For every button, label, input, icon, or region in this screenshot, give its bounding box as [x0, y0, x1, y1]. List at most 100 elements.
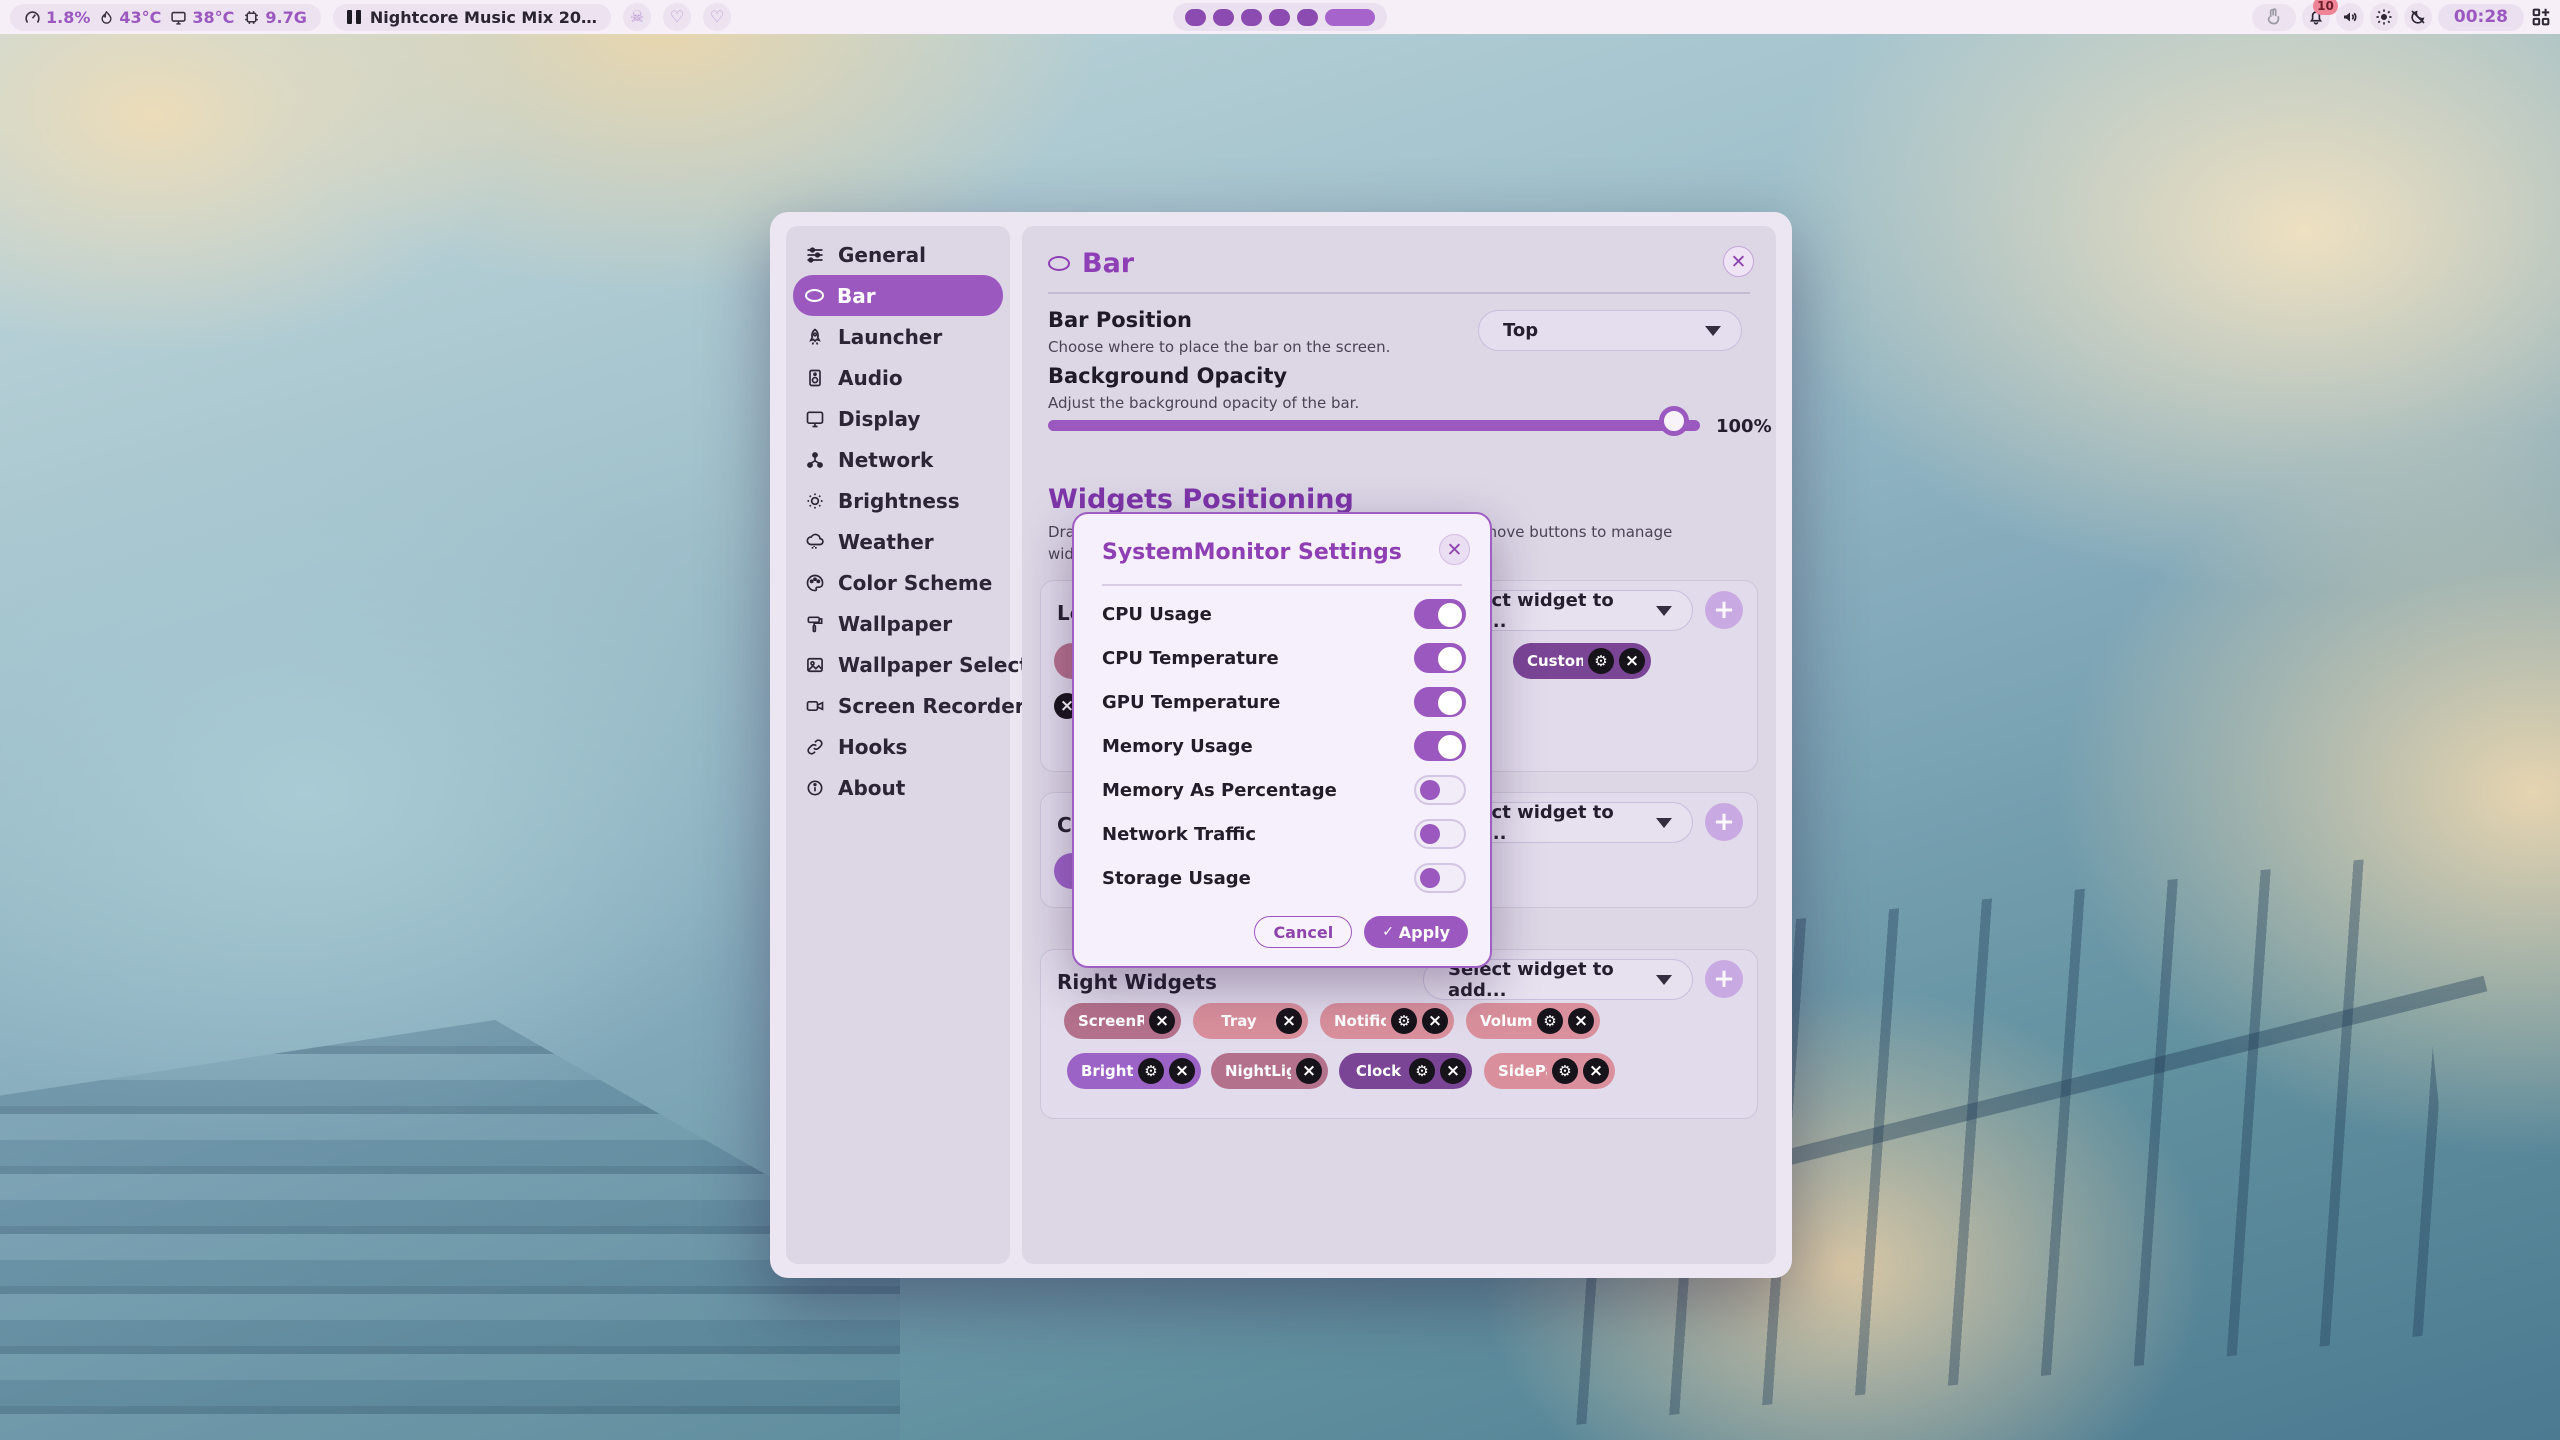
heart-tray-icon[interactable] — [663, 3, 691, 31]
paint-roller-icon — [805, 614, 825, 634]
workspaces-indicator[interactable] — [1173, 3, 1387, 31]
sidebar-item-display[interactable]: Display — [793, 398, 1003, 439]
media-title: Nightcore Music Mix 20… — [370, 8, 597, 27]
dashboard-grid-icon[interactable] — [2530, 6, 2552, 28]
right-add-widget-button[interactable] — [1705, 960, 1743, 998]
cpu-usage-toggle[interactable] — [1414, 599, 1466, 629]
workspace-dot-3[interactable] — [1241, 9, 1262, 26]
memory-as-percentage-toggle[interactable] — [1414, 775, 1466, 805]
settings-sidebar: General Bar Launcher Audio Display Netwo… — [786, 226, 1010, 1264]
cloud-rain-icon — [805, 532, 825, 552]
widget-settings-button[interactable] — [1537, 1008, 1563, 1034]
cancel-button[interactable]: Cancel — [1254, 916, 1352, 948]
widget-settings-button[interactable] — [1391, 1008, 1417, 1034]
sidebar-item-color-scheme[interactable]: Color Scheme — [793, 562, 1003, 603]
widget-remove-button[interactable] — [1422, 1008, 1448, 1034]
nightlight-button[interactable] — [2404, 3, 2432, 31]
sidebar-item-general[interactable]: General — [793, 234, 1003, 275]
sidebar-item-launcher[interactable]: Launcher — [793, 316, 1003, 357]
speaker-box-icon — [805, 368, 825, 388]
skull-tray-icon[interactable] — [623, 3, 651, 31]
opacity-slider-track[interactable] — [1048, 420, 1700, 431]
widget-remove-button[interactable] — [1296, 1058, 1322, 1084]
brightness-button[interactable] — [2370, 3, 2398, 31]
widget-remove-button[interactable] — [1619, 648, 1645, 674]
sidebar-item-network[interactable]: Network — [793, 439, 1003, 480]
sidebar-item-hooks[interactable]: Hooks — [793, 726, 1003, 767]
left-add-widget-button[interactable] — [1705, 591, 1743, 629]
widget-chip-nightlight[interactable]: NightLight — [1211, 1053, 1328, 1089]
network-traffic-toggle[interactable] — [1414, 819, 1466, 849]
widget-remove-button[interactable] — [1169, 1058, 1195, 1084]
heart-tray-icon-2[interactable] — [703, 3, 731, 31]
sidebar-item-wallpaper[interactable]: Wallpaper — [793, 603, 1003, 644]
widget-remove-button[interactable] — [1440, 1058, 1466, 1084]
clock[interactable]: 00:28 — [2438, 4, 2524, 31]
widgets-positioning-title: Widgets Positioning — [1048, 484, 1354, 515]
widget-remove-button[interactable] — [1149, 1008, 1175, 1034]
panel-title: Bar — [1082, 248, 1134, 279]
dialog-title: SystemMonitor Settings — [1102, 540, 1402, 565]
network-nodes-icon — [805, 450, 825, 470]
widget-chip-volume[interactable]: Volume — [1466, 1003, 1600, 1039]
bar-position-dropdown[interactable]: Top — [1478, 310, 1742, 351]
volume-button[interactable] — [2336, 3, 2364, 31]
notification-badge: 10 — [2313, 0, 2338, 15]
dialog-close-button[interactable] — [1439, 534, 1470, 565]
widget-chip-screenrecorder[interactable]: ScreenReco… — [1064, 1003, 1181, 1039]
workspace-dot-1[interactable] — [1185, 9, 1206, 26]
widget-chip-clock[interactable]: Clock — [1339, 1053, 1472, 1089]
gpu-temperature-toggle[interactable] — [1414, 687, 1466, 717]
sidebar-item-audio[interactable]: Audio — [793, 357, 1003, 398]
chip-icon — [243, 9, 260, 26]
video-camera-icon — [805, 696, 825, 716]
sidebar-item-bar[interactable]: Bar — [793, 275, 1003, 316]
bar-position-description: Choose where to place the bar on the scr… — [1048, 338, 1390, 356]
link-icon — [805, 737, 825, 757]
window-close-button[interactable] — [1723, 246, 1754, 277]
systray-app-pill[interactable] — [2252, 4, 2296, 31]
sidebar-item-screen-recorder[interactable]: Screen Recorder — [793, 685, 1003, 726]
right-widgets-section: Right Widgets Select widget to add... Sc… — [1040, 949, 1758, 1119]
workspace-dot-5[interactable] — [1297, 9, 1318, 26]
sliders-icon — [805, 245, 825, 265]
widget-settings-button[interactable] — [1552, 1058, 1578, 1084]
gpu-temp-stat: 38°C — [170, 8, 234, 27]
sun-icon — [2375, 8, 2393, 26]
notifications-button[interactable]: 10 — [2302, 3, 2330, 31]
sidebar-item-about[interactable]: About — [793, 767, 1003, 808]
system-stats-pill[interactable]: 1.8% 43°C 38°C 9.7G — [10, 4, 321, 31]
widget-chip-custombutton[interactable]: CustomButt… — [1513, 643, 1651, 679]
workspace-active-pill[interactable] — [1325, 9, 1375, 26]
widget-remove-button[interactable] — [1583, 1058, 1609, 1084]
bar-position-value: Top — [1503, 320, 1538, 341]
widget-remove-button[interactable] — [1276, 1008, 1302, 1034]
chevron-down-icon — [1705, 326, 1721, 336]
dialog-divider — [1102, 584, 1462, 586]
sidebar-item-wallpaper-selector[interactable]: Wallpaper Selector — [793, 644, 1003, 685]
bar-position-label: Bar Position — [1048, 308, 1192, 332]
widget-settings-button[interactable] — [1588, 648, 1614, 674]
widget-settings-button[interactable] — [1138, 1058, 1164, 1084]
chevron-down-icon — [1656, 606, 1672, 616]
cpu-temperature-toggle[interactable] — [1414, 643, 1466, 673]
opacity-slider-knob[interactable] — [1659, 406, 1689, 436]
storage-usage-toggle[interactable] — [1414, 863, 1466, 893]
widget-chip-tray[interactable]: Tray — [1193, 1003, 1308, 1039]
widget-chip-brightness[interactable]: Brightness — [1067, 1053, 1201, 1089]
memory-usage-toggle[interactable] — [1414, 731, 1466, 761]
panel-header: Bar — [1048, 248, 1134, 279]
workspace-dot-4[interactable] — [1269, 9, 1290, 26]
sidebar-item-weather[interactable]: Weather — [793, 521, 1003, 562]
toggle-row-memory-as-percentage: Memory As Percentage — [1102, 768, 1466, 812]
apply-button[interactable]: Apply — [1364, 916, 1468, 948]
center-add-widget-button[interactable] — [1705, 803, 1743, 841]
widget-settings-button[interactable] — [1409, 1058, 1435, 1084]
widget-chip-notifications[interactable]: Notification… — [1320, 1003, 1454, 1039]
memory-stat: 9.7G — [243, 8, 306, 27]
widget-chip-sidepanel[interactable]: SidePanelT… — [1484, 1053, 1615, 1089]
sidebar-item-brightness[interactable]: Brightness — [793, 480, 1003, 521]
workspace-dot-2[interactable] — [1213, 9, 1234, 26]
widget-remove-button[interactable] — [1568, 1008, 1594, 1034]
media-player-pill[interactable]: Nightcore Music Mix 20… — [333, 4, 611, 31]
